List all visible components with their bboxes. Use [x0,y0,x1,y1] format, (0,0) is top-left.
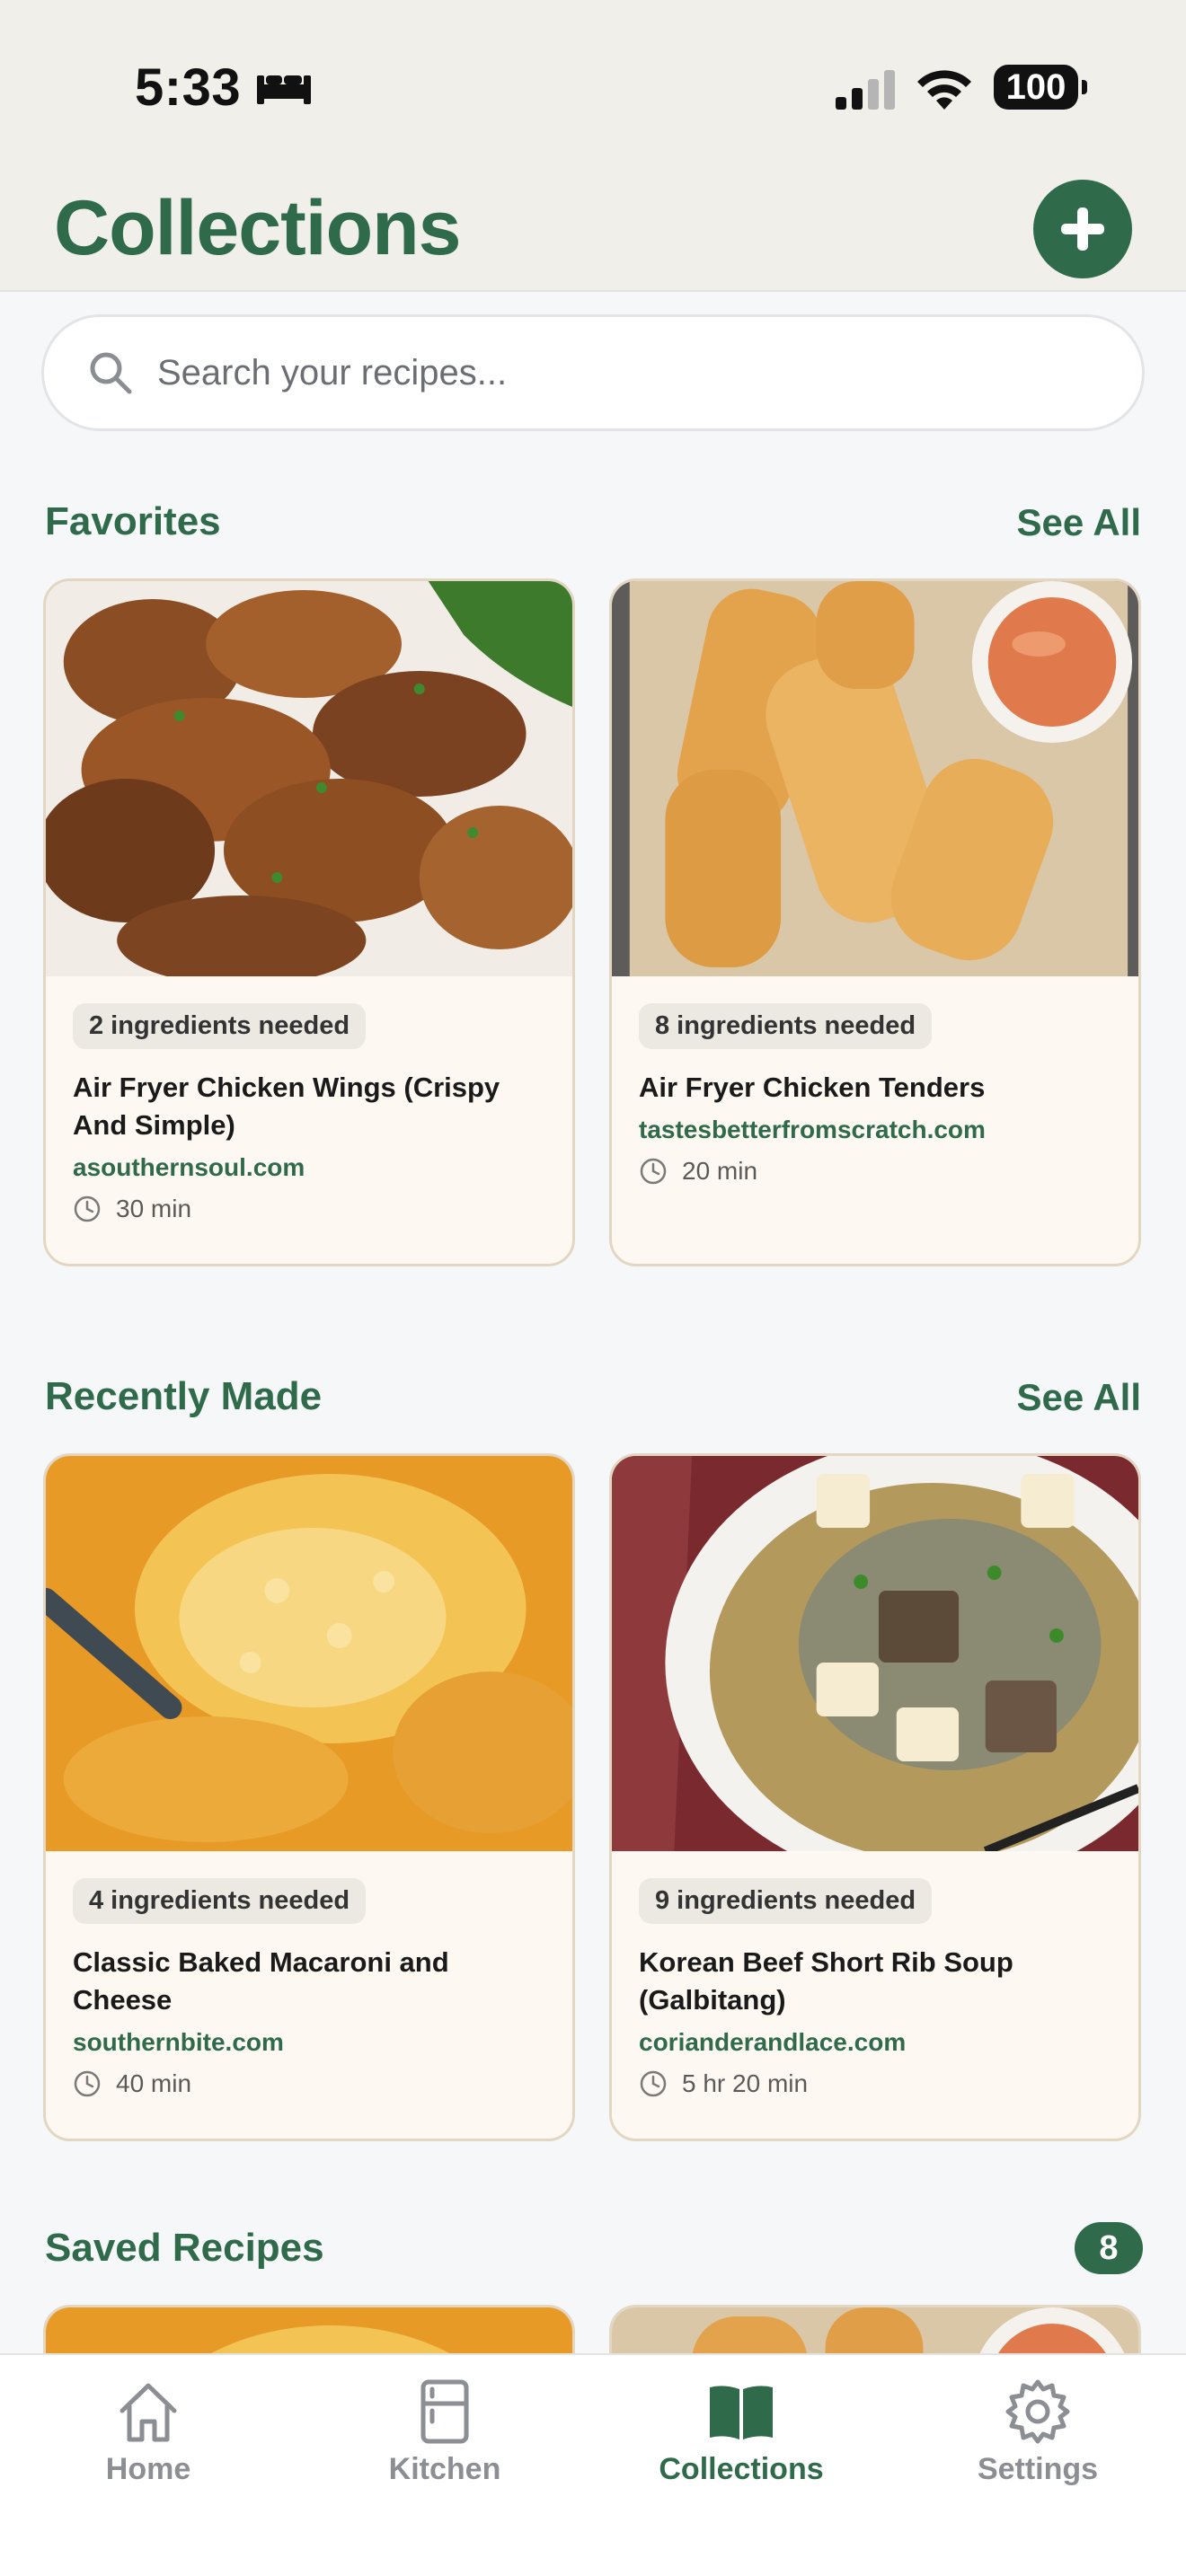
section-title-recently-made: Recently Made [45,1374,323,1418]
recipe-title: Air Fryer Chicken Tenders [639,1072,986,1103]
recipe-time: 40 min [73,2069,545,2098]
status-time: 5:33 [135,58,242,117]
recipe-image-chicken-tenders [612,581,1138,976]
tab-label: Kitchen [388,2452,501,2486]
recipe-title: Korean Beef Short Rib Soup (Galbitang) [639,1946,1013,2016]
sleep-focus-icon [257,75,311,104]
tab-label: Home [105,2452,191,2486]
recipe-card[interactable]: 9 ingredients needed Korean Beef Short R… [609,1453,1141,2141]
recipe-source: tastesbetterfromscratch.com [639,1116,986,1143]
see-all-favorites-link[interactable]: See All [1016,501,1141,544]
ingredients-needed-badge: 4 ingredients needed [73,1878,367,1924]
tab-kitchen[interactable]: Kitchen [296,2377,593,2487]
top-bar: 5:33 100 Collections [0,0,1186,292]
recipe-source: corianderandlace.com [639,2028,907,2056]
gear-icon [1005,2379,1070,2444]
bottom-tab-bar: Home Kitchen Collections Settings [0,2353,1186,2576]
recipe-time: 20 min [639,1157,1111,1186]
fridge-icon [420,2379,469,2444]
clock-icon [640,2070,667,2097]
recipe-time-text: 5 hr 20 min [682,2069,809,2097]
recipe-title: Air Fryer Chicken Wings (Crispy And Simp… [73,1072,500,1141]
recipe-time-text: 30 min [116,1195,192,1222]
saved-count-badge: 8 [1075,2222,1143,2274]
book-icon [710,2386,773,2439]
recipe-card[interactable]: 8 ingredients needed Air Fryer Chicken T… [609,578,1141,1266]
tab-home[interactable]: Home [0,2377,296,2487]
tab-label: Settings [977,2452,1099,2486]
recipe-time: 30 min [73,1195,545,1223]
cellular-signal-icon [836,70,895,110]
recipe-time: 5 hr 20 min [639,2069,1111,2098]
recipe-time-text: 20 min [682,1157,758,1185]
page-title: Collections [54,185,462,271]
clock-icon [74,1195,101,1222]
search-icon [90,352,132,394]
see-all-recently-made-link[interactable]: See All [1016,1376,1141,1419]
search-input[interactable] [157,352,1142,393]
ingredients-needed-badge: 9 ingredients needed [639,1878,933,1924]
search-bar[interactable] [41,314,1145,431]
add-collection-button[interactable] [1033,180,1132,278]
recipe-source: southernbite.com [73,2028,284,2056]
home-icon [119,2383,177,2442]
section-title-saved-recipes: Saved Recipes [45,2226,324,2270]
tab-collections[interactable]: Collections [593,2377,890,2487]
battery-indicator: 100 [994,65,1087,110]
plus-icon [1061,207,1104,251]
ingredients-needed-badge: 2 ingredients needed [73,1003,367,1049]
section-title-favorites: Favorites [45,499,221,543]
recipe-card[interactable]: 2 ingredients needed Air Fryer Chicken W… [43,578,575,1266]
recipe-image-mac-and-cheese [46,1456,572,1851]
recipe-card[interactable]: 4 ingredients needed Classic Baked Macar… [43,1453,575,2141]
recipe-image-chicken-wings [46,581,572,976]
tab-settings[interactable]: Settings [890,2377,1186,2487]
recipe-source: asouthernsoul.com [73,1153,305,1181]
recipe-image-galbitang [612,1456,1138,1851]
ingredients-needed-badge: 8 ingredients needed [639,1003,933,1049]
recipe-time-text: 40 min [116,2069,192,2097]
wifi-icon [917,70,971,110]
recipe-title: Classic Baked Macaroni and Cheese [73,1946,449,2016]
tab-label: Collections [659,2452,824,2486]
clock-icon [640,1158,667,1185]
clock-icon [74,2070,101,2097]
